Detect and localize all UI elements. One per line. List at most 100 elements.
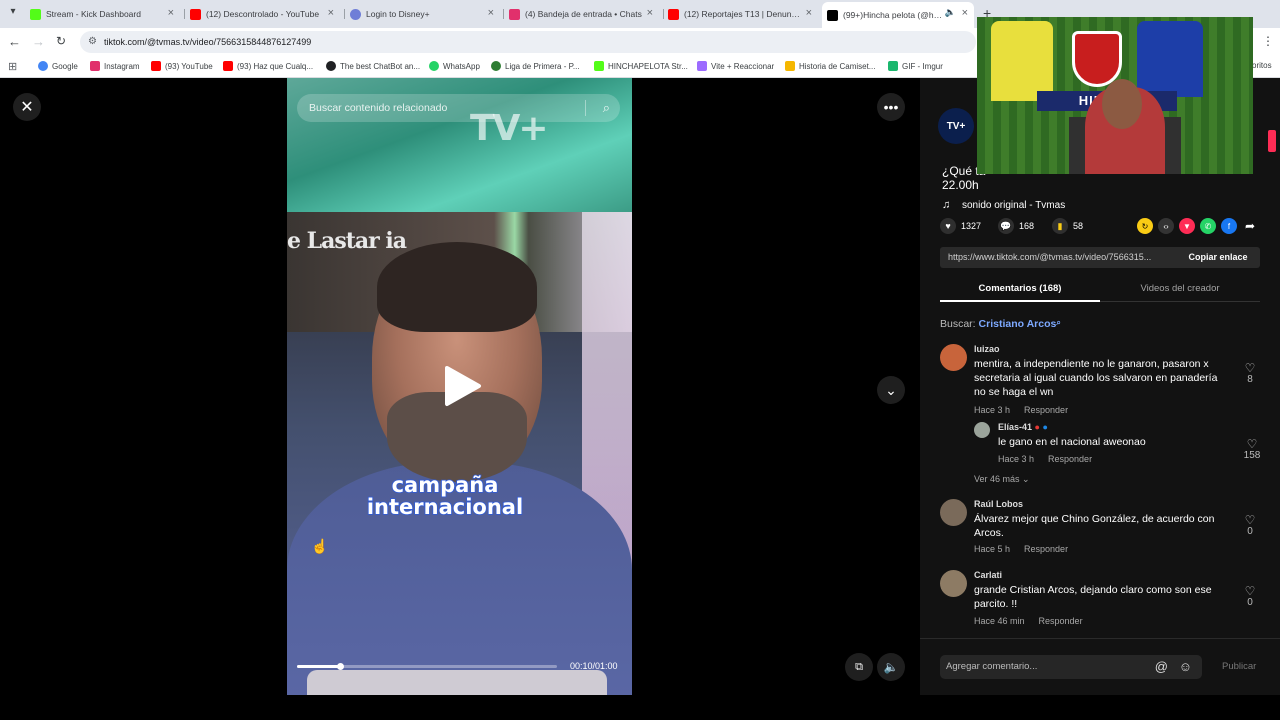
facebook-icon[interactable]: f — [1221, 218, 1237, 234]
comment-input[interactable]: Agregar comentario... @ ☺ — [940, 655, 1202, 679]
instagram-favicon-icon — [509, 8, 520, 20]
related-search-input[interactable]: Buscar contenido relacionado ⌕ — [297, 94, 620, 122]
reply-button[interactable]: Responder — [1024, 544, 1068, 554]
send-icon[interactable]: ▼ — [1179, 218, 1195, 234]
back-icon[interactable]: ← — [8, 34, 21, 49]
tab-list-menu-icon[interactable]: ▾ — [4, 6, 22, 22]
volume-button[interactable]: 🔈 — [877, 653, 905, 681]
follow-button[interactable] — [1268, 130, 1276, 152]
bookmark-whatsapp[interactable]: WhatsApp — [429, 61, 480, 71]
emoji-icon[interactable]: ☺ — [1179, 655, 1192, 679]
search-icon[interactable]: ⌕ — [603, 94, 610, 122]
search-icon: ⌕ — [1056, 318, 1061, 327]
heart-icon: ♡ — [1246, 437, 1258, 451]
avatar[interactable] — [940, 344, 967, 371]
reply-button[interactable]: Responder — [1048, 454, 1092, 464]
google-icon — [38, 61, 48, 71]
share-icon[interactable]: ➦ — [1242, 218, 1258, 234]
bookmark-imgur[interactable]: GIF - Imgur — [888, 61, 943, 71]
red-dot-icon: ● — [1034, 422, 1040, 432]
reload-icon[interactable]: ↻ — [56, 34, 66, 48]
search-suggestion[interactable]: Buscar: Cristiano Arcos⌕ — [940, 318, 1061, 330]
comment-like-button[interactable]: ♡ 8 — [1240, 362, 1260, 385]
bookmark-youtube[interactable]: (93) YouTube — [151, 61, 213, 71]
embed-icon[interactable]: ‹› — [1158, 218, 1174, 234]
more-options-button[interactable]: ••• — [877, 93, 905, 121]
tab-youtube[interactable]: (12) Descontrolado - YouTube × — [190, 4, 340, 24]
play-icon[interactable] — [443, 364, 483, 408]
bookmark-hinchapelota[interactable]: HINCHAPELOTA Str... — [594, 61, 688, 71]
webcam-overlay: HINCHA — [977, 17, 1253, 174]
tab-creator-videos[interactable]: Videos del creador — [1100, 283, 1260, 294]
apps-icon[interactable]: ⊞ — [8, 60, 17, 73]
heart-icon: ♡ — [1244, 584, 1256, 598]
comment-like-button[interactable]: ♡ 158 — [1238, 438, 1266, 461]
comment-item: Raúl Lobos Álvarez mejor que Chino Gonzá… — [940, 499, 1260, 557]
kick-icon — [594, 61, 604, 71]
comment-like-button[interactable]: ♡ 0 — [1240, 514, 1260, 537]
repost-icon[interactable]: ↻ — [1137, 218, 1153, 234]
sound-link[interactable]: sonido original - Tvmas — [962, 200, 1065, 211]
bookmark-vite[interactable]: Vite + Reaccionar — [697, 61, 774, 71]
save-button[interactable]: ▮ 58 — [1052, 218, 1083, 234]
bookmark-youtube-2[interactable]: (93) Haz que Cualq... — [223, 61, 313, 71]
url-input[interactable]: ⚙ tiktok.com/@tvmas.tv/video/75663158448… — [80, 31, 976, 53]
like-button[interactable]: ♥ 1327 — [940, 218, 981, 234]
mention-icon[interactable]: @ — [1155, 655, 1168, 679]
comment-like-button[interactable]: ♡ 0 — [1240, 585, 1260, 608]
bookmark-google[interactable]: Google — [38, 61, 78, 71]
forward-icon[interactable]: → — [32, 34, 45, 49]
bookmark-camisetas[interactable]: Historia de Camiset... — [785, 61, 875, 71]
comment-composer: Agregar comentario... @ ☺ Publicar — [920, 638, 1280, 695]
view-more-replies[interactable]: Ver 46 más ⌄ — [974, 474, 1030, 485]
site-info-icon[interactable]: ⚙ — [88, 31, 97, 53]
avatar[interactable] — [940, 570, 967, 597]
vite-icon — [697, 61, 707, 71]
bookmark-liga[interactable]: Liga de Primera - P... — [491, 61, 580, 71]
creator-avatar[interactable]: TV+ — [938, 108, 974, 144]
video-progress-bar[interactable] — [297, 663, 557, 670]
avatar[interactable] — [974, 422, 990, 438]
comment-button[interactable]: 💬 168 — [998, 218, 1034, 234]
video-time: 00:10/01:00 — [570, 661, 618, 671]
tab-disney[interactable]: Login to Disney+ × — [350, 4, 500, 24]
share-link-url[interactable]: https://www.tiktok.com/@tvmas.tv/video/7… — [948, 247, 1178, 268]
reply-button[interactable]: Responder — [1024, 405, 1068, 415]
blue-dot-icon: ● — [1042, 422, 1048, 432]
video-player[interactable]: TV+ e Lastar ia Buscar contenido relacio… — [287, 78, 632, 695]
close-tab-icon[interactable]: × — [806, 7, 812, 19]
avatar[interactable] — [940, 499, 967, 526]
comment-item: luizao mentira, a independiente no le ga… — [940, 344, 1260, 420]
bookmark-favoritos[interactable]: oritos — [1252, 61, 1272, 70]
close-tab-icon[interactable]: × — [168, 7, 174, 19]
tab-t13[interactable]: (12) Reportajes T13 | Denuncias × — [668, 4, 818, 24]
tab-comments[interactable]: Comentarios (168) — [940, 283, 1100, 294]
close-tab-icon[interactable]: × — [962, 7, 968, 19]
tab-tiktok-active[interactable]: (99+)Hincha pelota (@hincha 🔈 × — [822, 2, 974, 28]
menu-icon[interactable]: ⋮ — [1262, 34, 1274, 48]
youtube-icon — [151, 61, 161, 71]
whatsapp-icon[interactable]: ✆ — [1200, 218, 1216, 234]
blue-jersey — [1137, 21, 1203, 97]
copy-link-button[interactable]: Copiar enlace — [1176, 247, 1260, 268]
tab-kick[interactable]: Stream - Kick Dashboard × — [30, 4, 180, 24]
bookmark-chatbot[interactable]: The best ChatBot an... — [326, 61, 420, 71]
comment-reply: Elías-41 ● ● le gano en el nacional aweo… — [974, 422, 1260, 468]
speaker-icon[interactable]: 🔈 — [945, 7, 956, 18]
bookmark-icon: ▮ — [1052, 218, 1068, 234]
comment-icon: 💬 — [998, 218, 1014, 234]
heart-icon: ♡ — [1244, 513, 1256, 527]
tiktok-favicon-icon — [827, 9, 838, 21]
close-tab-icon[interactable]: × — [647, 7, 653, 19]
bookmark-instagram[interactable]: Instagram — [90, 61, 140, 71]
close-tab-icon[interactable]: × — [328, 7, 334, 19]
heart-icon: ♡ — [1244, 361, 1256, 375]
next-video-button[interactable]: ⌄ — [877, 376, 905, 404]
floating-player-button[interactable]: ⧉ — [845, 653, 873, 681]
post-comment-button[interactable]: Publicar — [1222, 661, 1256, 672]
close-tab-icon[interactable]: × — [488, 7, 494, 19]
reply-button[interactable]: Responder — [1039, 616, 1083, 626]
close-button[interactable]: ✕ — [13, 93, 41, 121]
yellow-jersey — [991, 21, 1053, 101]
tab-instagram[interactable]: (4) Bandeja de entrada • Chats × — [509, 4, 659, 24]
